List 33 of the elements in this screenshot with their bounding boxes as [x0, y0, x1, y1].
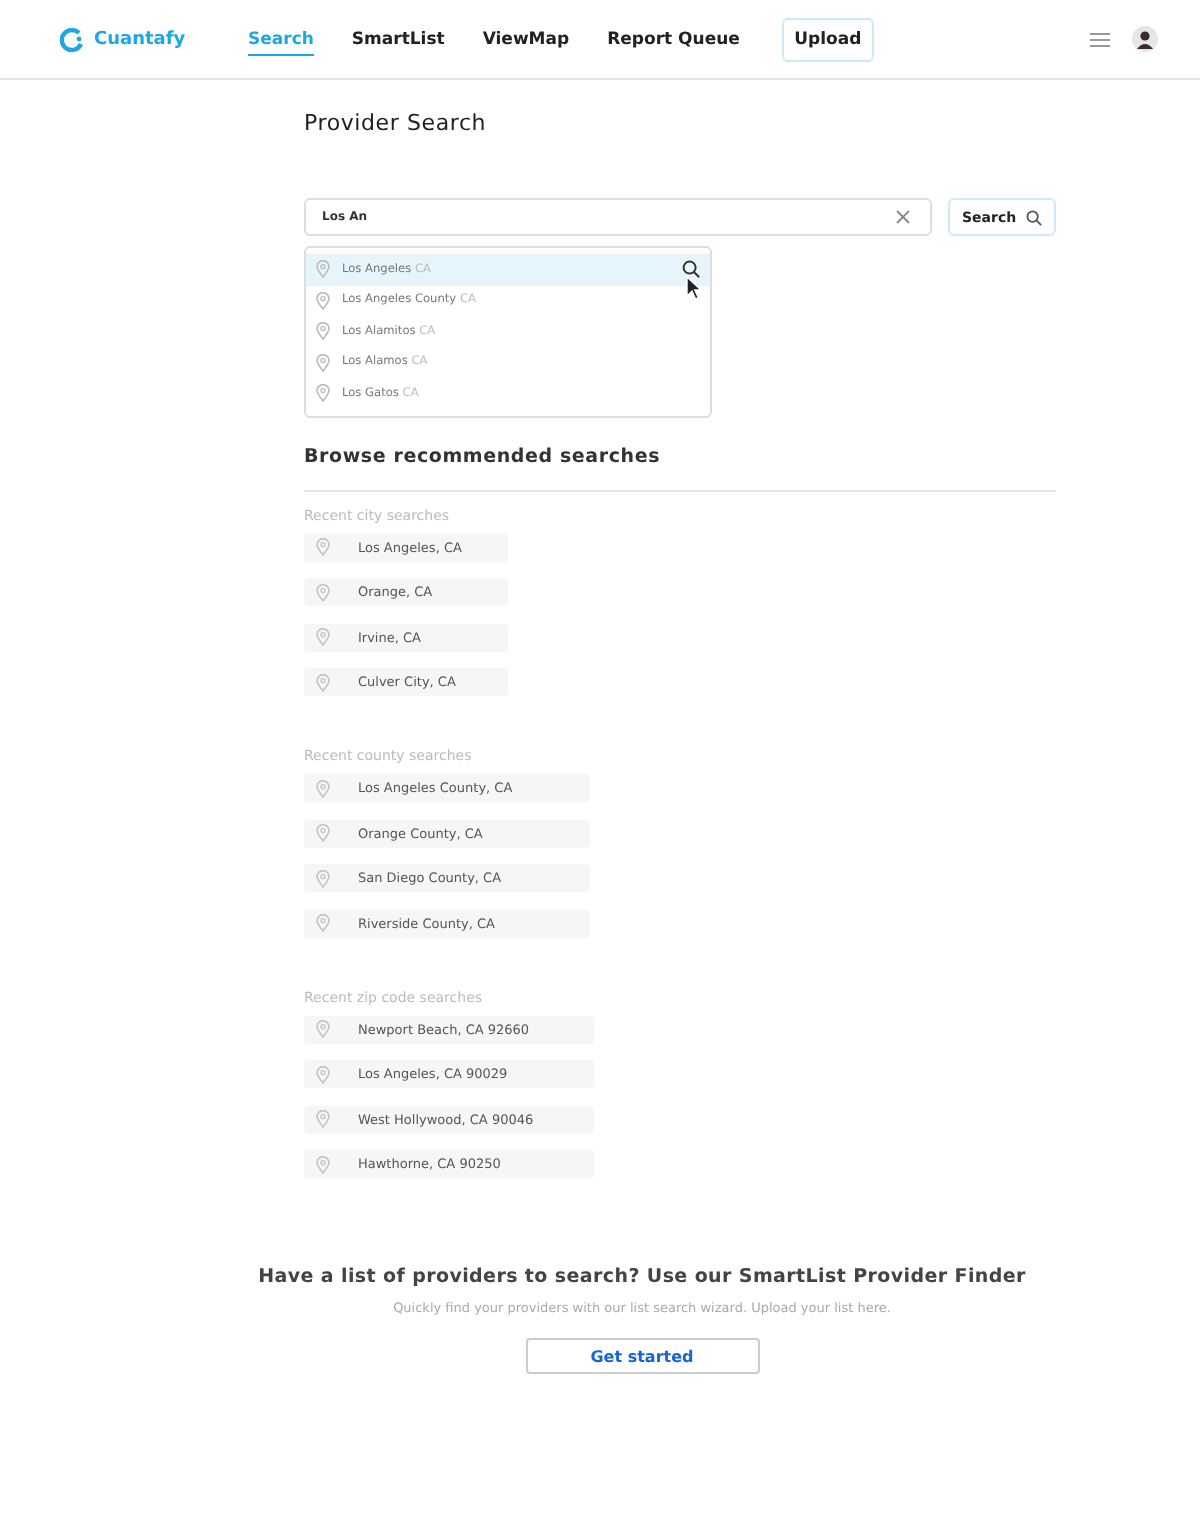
search-icon[interactable] — [682, 260, 700, 279]
nav-tab[interactable]: Report Queue — [607, 23, 740, 55]
section-heading: Browse recommended searches — [304, 445, 663, 467]
location-pin-icon — [316, 673, 330, 691]
location-pin-icon — [316, 779, 330, 797]
nav-tab[interactable]: ViewMap — [482, 23, 570, 55]
search-icon — [1026, 209, 1042, 225]
clear-icon[interactable] — [896, 210, 910, 224]
location-pin-icon — [316, 260, 330, 279]
location-pin-icon — [316, 322, 330, 341]
location-pin-icon — [316, 824, 330, 842]
brand-name: Cuantafy — [94, 29, 186, 49]
location-pin-icon — [316, 1020, 330, 1038]
location-pin-icon — [316, 538, 330, 556]
logo-icon — [60, 27, 84, 51]
location-pin-icon — [316, 583, 330, 601]
cursor-icon — [686, 276, 702, 300]
upload-button[interactable]: Upload — [781, 17, 874, 61]
promo-title: Have a list of providers to search? Use our SmartList Provider Finder — [258, 1266, 1026, 1288]
location-pin-icon — [316, 1110, 330, 1128]
get-started-button[interactable]: Get started — [525, 1338, 759, 1374]
location-pin-icon — [316, 1065, 330, 1083]
location-pin-icon — [316, 914, 330, 932]
menu-icon[interactable] — [1090, 31, 1110, 47]
location-pin-icon — [316, 353, 330, 372]
page-title: Provider Search — [304, 110, 489, 136]
location-pin-icon — [316, 628, 330, 646]
location-pin-icon — [316, 384, 330, 403]
avatar-icon[interactable] — [1132, 26, 1158, 52]
location-pin-icon — [316, 1155, 330, 1173]
location-pin-icon — [316, 291, 330, 310]
location-pin-icon — [316, 869, 330, 887]
nav-tab[interactable]: SmartList — [351, 23, 445, 55]
